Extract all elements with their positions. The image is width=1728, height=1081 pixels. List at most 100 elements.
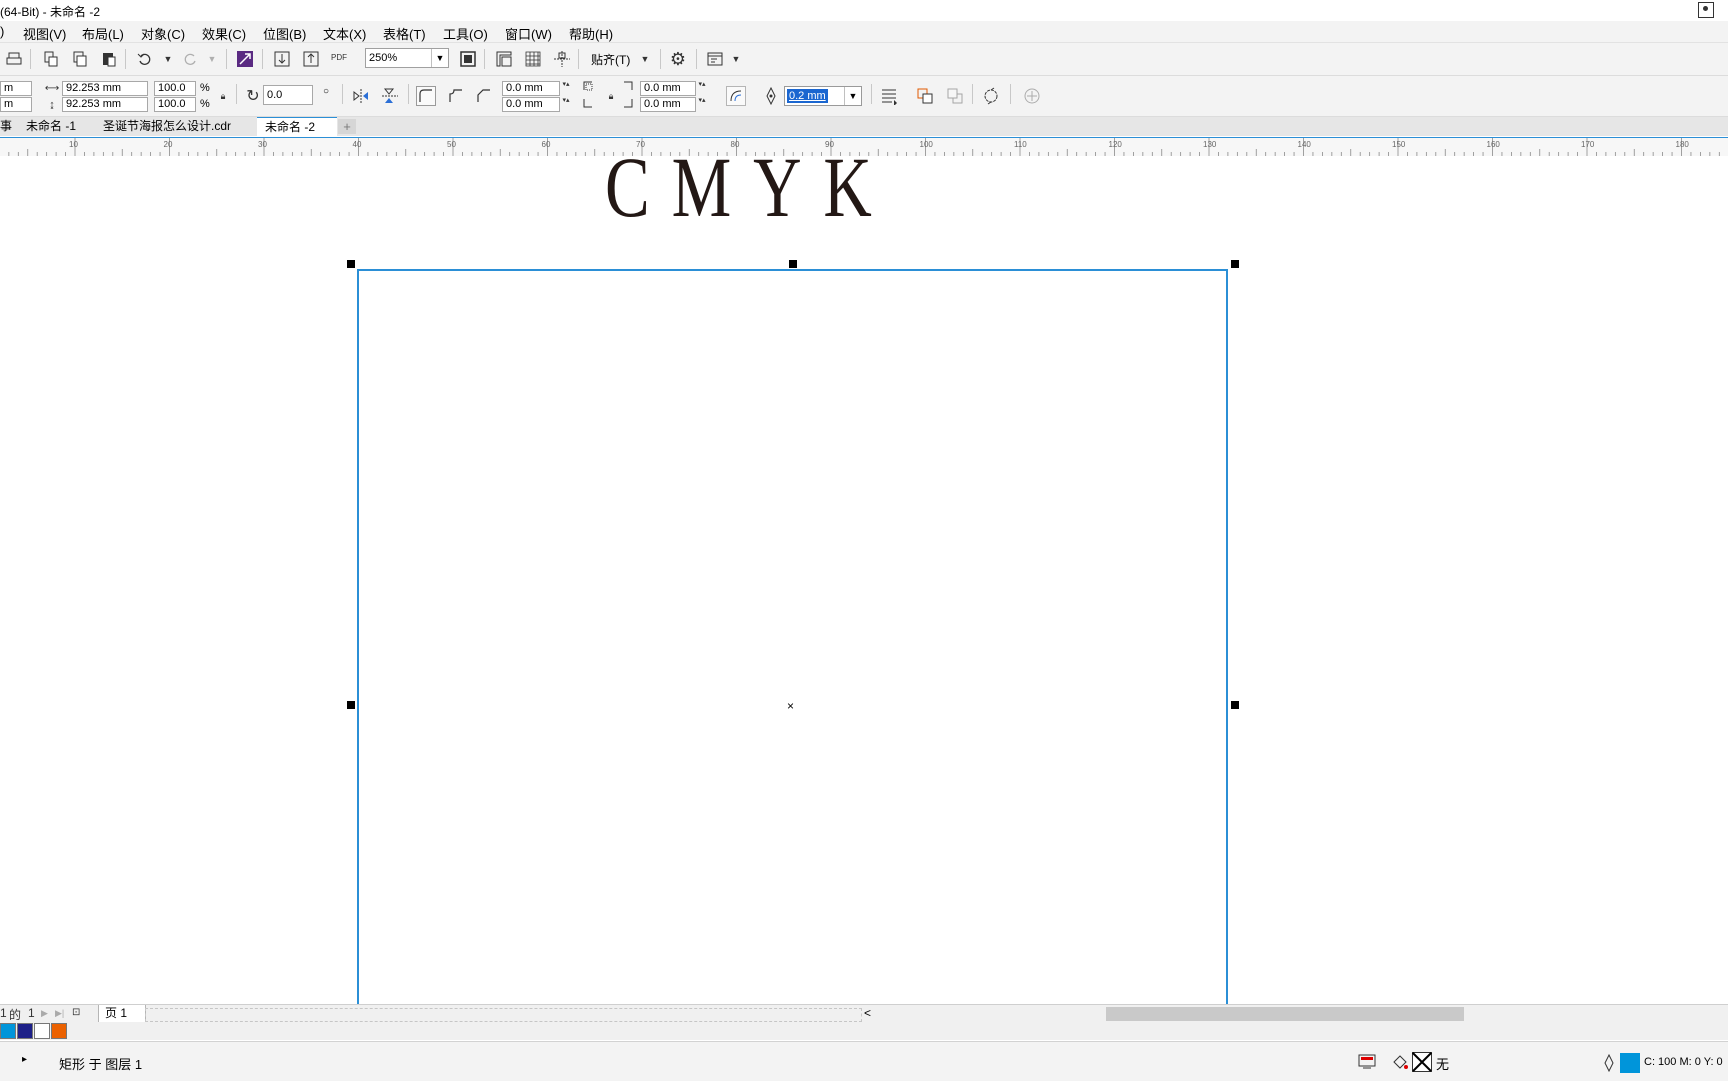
lock-corners-icon[interactable]: 🔒︎	[601, 86, 621, 106]
outline-width-select[interactable]: 0.2 mm ▼	[784, 86, 862, 106]
mirror-horizontal-icon[interactable]	[351, 86, 371, 106]
chamfered-corner-icon[interactable]	[474, 86, 494, 106]
object-height-field[interactable]: 92.253 mm	[62, 97, 148, 112]
horizontal-ruler[interactable]: 10 20 30 40 50 60 70 80 90 100 110 120 130 140 150 160 1…	[0, 137, 1728, 157]
mirror-vertical-icon[interactable]	[380, 86, 400, 106]
menu-effects[interactable]: 效果(C)	[202, 24, 246, 43]
show-rulers-icon[interactable]	[495, 50, 513, 68]
quick-customize-icon[interactable]	[1022, 86, 1042, 106]
menu-table[interactable]: 表格(T)	[383, 24, 426, 43]
corner-top-left-spinner[interactable]: ▾▴	[560, 81, 572, 96]
menu-tools[interactable]: 工具(O)	[443, 24, 488, 43]
publish-pdf-label: PDF	[331, 53, 347, 62]
options-gear-icon[interactable]: ⚙	[669, 49, 687, 69]
export-icon[interactable]	[302, 50, 320, 68]
menu-text[interactable]: 文本(X)	[323, 24, 366, 43]
cmyk-heading-text[interactable]: CMYK	[605, 156, 894, 230]
tab-truncated[interactable]: 事	[0, 117, 20, 136]
corner-radius-bottom-left-field[interactable]: 0.0 mm	[502, 97, 560, 112]
status-expand-arrow[interactable]: ▸	[22, 1054, 27, 1065]
menu-item-truncated[interactable]: )	[0, 24, 4, 39]
tab-christmas-poster[interactable]: 圣诞节海报怎么设计.cdr	[95, 117, 239, 136]
snap-to-label[interactable]: 贴齐(T)	[591, 51, 630, 68]
lock-ratio-icon[interactable]: 🔒︎	[213, 86, 233, 106]
undo-dropdown-icon[interactable]: ▼	[159, 50, 177, 68]
tab-untitled-2[interactable]: 未命名 -2	[257, 117, 337, 137]
object-width-field[interactable]: 92.253 mm	[62, 81, 148, 96]
ruler-label: 160	[1487, 140, 1501, 149]
show-grid-icon[interactable]	[524, 50, 542, 68]
menu-bitmaps[interactable]: 位图(B)	[263, 24, 306, 43]
handle-middle-right[interactable]	[1231, 701, 1239, 709]
zoom-level-select[interactable]: 250% ▼	[365, 48, 449, 68]
corner-top-right-spinner[interactable]: ▾▴	[696, 81, 708, 96]
selected-rectangle[interactable]	[357, 269, 1228, 1004]
undo-icon[interactable]	[136, 50, 154, 68]
scale-y-field[interactable]: 100.0	[154, 97, 196, 112]
show-guidelines-icon[interactable]	[553, 50, 571, 68]
ruler-label: 20	[164, 140, 173, 149]
horizontal-scrollbar-thumb[interactable]	[1106, 1007, 1464, 1021]
round-corner-button[interactable]	[416, 86, 436, 106]
handle-top-left[interactable]	[347, 260, 355, 268]
print-icon[interactable]	[5, 50, 23, 68]
outline-color-swatch[interactable]	[1620, 1053, 1640, 1073]
text-wrap-icon[interactable]	[879, 86, 899, 106]
relative-corner-scaling-button[interactable]	[726, 86, 746, 106]
color-proof-icon[interactable]	[1358, 1053, 1376, 1071]
menu-layout[interactable]: 布局(L)	[82, 24, 124, 43]
scale-x-field[interactable]: 100.0	[154, 81, 196, 96]
corner-bottom-right-spinner[interactable]: ▾▴	[696, 97, 708, 112]
tab-untitled-1[interactable]: 未命名 -1	[18, 117, 84, 136]
rotation-angle-field[interactable]: 0.0	[263, 85, 313, 105]
scroll-left-arrow[interactable]: <	[864, 1006, 871, 1020]
handle-top-right[interactable]	[1231, 260, 1239, 268]
menu-view[interactable]: 视图(V)	[23, 24, 66, 43]
swatch-white[interactable]	[34, 1023, 50, 1039]
position-y-field[interactable]: m	[0, 97, 32, 112]
copy-icon[interactable]	[71, 50, 89, 68]
snap-to-dropdown-icon[interactable]: ▼	[636, 50, 654, 68]
page-tab-1[interactable]: 页 1	[98, 1005, 146, 1023]
redo-dropdown-icon[interactable]: ▼	[203, 50, 221, 68]
menu-help[interactable]: 帮助(H)	[569, 24, 613, 43]
fill-bucket-icon[interactable]	[1391, 1053, 1409, 1071]
outline-width-dropdown-icon[interactable]: ▼	[844, 87, 861, 105]
property-bar: m m ⟷ ↨ 92.253 mm 92.253 mm 100.0 100.0 …	[0, 76, 1728, 117]
corner-bottom-left-spinner[interactable]: ▾▴	[560, 97, 572, 112]
convert-to-curves-icon[interactable]	[981, 86, 1001, 106]
no-fill-swatch[interactable]	[1412, 1052, 1432, 1072]
outline-pen-status-icon[interactable]	[1600, 1054, 1618, 1072]
swatch-navy[interactable]	[17, 1023, 33, 1039]
handle-middle-left[interactable]	[347, 701, 355, 709]
publish-pdf-icon[interactable]: PDF	[330, 49, 348, 67]
add-page-icon[interactable]: ⊡	[72, 1007, 80, 1018]
swatch-cyan[interactable]	[0, 1023, 16, 1039]
drawing-canvas[interactable]: CMYK ×	[0, 156, 1728, 1004]
redo-icon[interactable]	[181, 50, 199, 68]
zoom-dropdown-icon[interactable]: ▼	[431, 49, 448, 67]
to-front-icon[interactable]	[915, 86, 935, 106]
app-launcher-icon[interactable]	[706, 50, 724, 68]
import-icon[interactable]	[273, 50, 291, 68]
cut-icon[interactable]	[42, 50, 60, 68]
scalloped-corner-icon[interactable]	[446, 86, 466, 106]
full-screen-icon[interactable]	[459, 50, 477, 68]
menu-object[interactable]: 对象(C)	[141, 24, 185, 43]
last-page-icon[interactable]: ▶|	[55, 1008, 64, 1019]
app-launcher-dropdown-icon[interactable]: ▼	[727, 50, 745, 68]
corner-radius-top-left-field[interactable]: 0.0 mm	[502, 81, 560, 96]
add-tab-button[interactable]: +	[338, 119, 356, 134]
center-marker-icon[interactable]: ×	[787, 700, 794, 712]
menu-window[interactable]: 窗口(W)	[505, 24, 552, 43]
corner-radius-top-right-field[interactable]: 0.0 mm	[640, 81, 696, 96]
account-icon[interactable]	[1698, 2, 1714, 18]
paste-icon[interactable]	[100, 50, 118, 68]
corner-radius-bottom-right-field[interactable]: 0.0 mm	[640, 97, 696, 112]
handle-top-center[interactable]	[789, 260, 797, 268]
next-page-icon[interactable]: ▶	[41, 1008, 48, 1019]
swatch-orange[interactable]	[51, 1023, 67, 1039]
to-back-icon[interactable]	[945, 86, 965, 106]
corel-connect-icon[interactable]	[236, 50, 254, 68]
position-x-field[interactable]: m	[0, 81, 32, 96]
